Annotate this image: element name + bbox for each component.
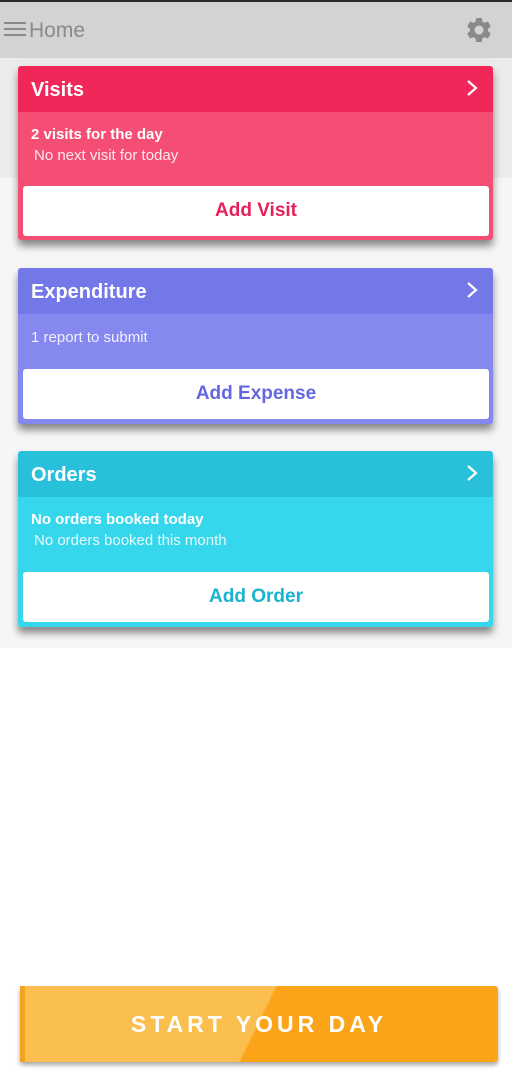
orders-card-body: No orders booked today No orders booked …: [18, 497, 493, 627]
expenditure-card-body: 1 report to submit Add Expense: [18, 314, 493, 424]
chevron-right-icon[interactable]: [465, 463, 479, 483]
chevron-right-icon[interactable]: [465, 78, 479, 98]
orders-title: Orders: [31, 464, 97, 486]
gear-icon[interactable]: [464, 15, 494, 45]
visits-card-body: 2 visits for the day No next visit for t…: [18, 112, 493, 240]
expenditure-status: 1 report to submit: [31, 329, 148, 346]
expenditure-card: Expenditure 1 report to submit Add Expen…: [18, 268, 493, 424]
visits-card: Visits 2 visits for the day No next visi…: [18, 66, 493, 240]
add-visit-button[interactable]: Add Visit: [23, 186, 489, 236]
visits-next: No next visit for today: [34, 147, 179, 164]
chevron-right-icon[interactable]: [465, 280, 479, 300]
app-bar: Home: [0, 0, 512, 58]
orders-month: No orders booked this month: [34, 532, 227, 549]
orders-card: Orders No orders booked today No orders …: [18, 451, 493, 627]
add-expense-button[interactable]: Add Expense: [23, 369, 489, 419]
add-order-button[interactable]: Add Order: [23, 572, 489, 622]
visits-count: 2 visits for the day: [31, 126, 163, 143]
orders-today: No orders booked today: [31, 511, 204, 528]
page-title: Home: [29, 19, 86, 42]
orders-card-header[interactable]: Orders: [18, 451, 493, 497]
menu-icon[interactable]: [4, 22, 26, 38]
expenditure-title: Expenditure: [31, 281, 147, 303]
start-your-day-button[interactable]: START YOUR DAY: [20, 986, 498, 1062]
expenditure-card-header[interactable]: Expenditure: [18, 268, 493, 314]
visits-card-header[interactable]: Visits: [18, 66, 493, 112]
visits-title: Visits: [31, 79, 84, 101]
